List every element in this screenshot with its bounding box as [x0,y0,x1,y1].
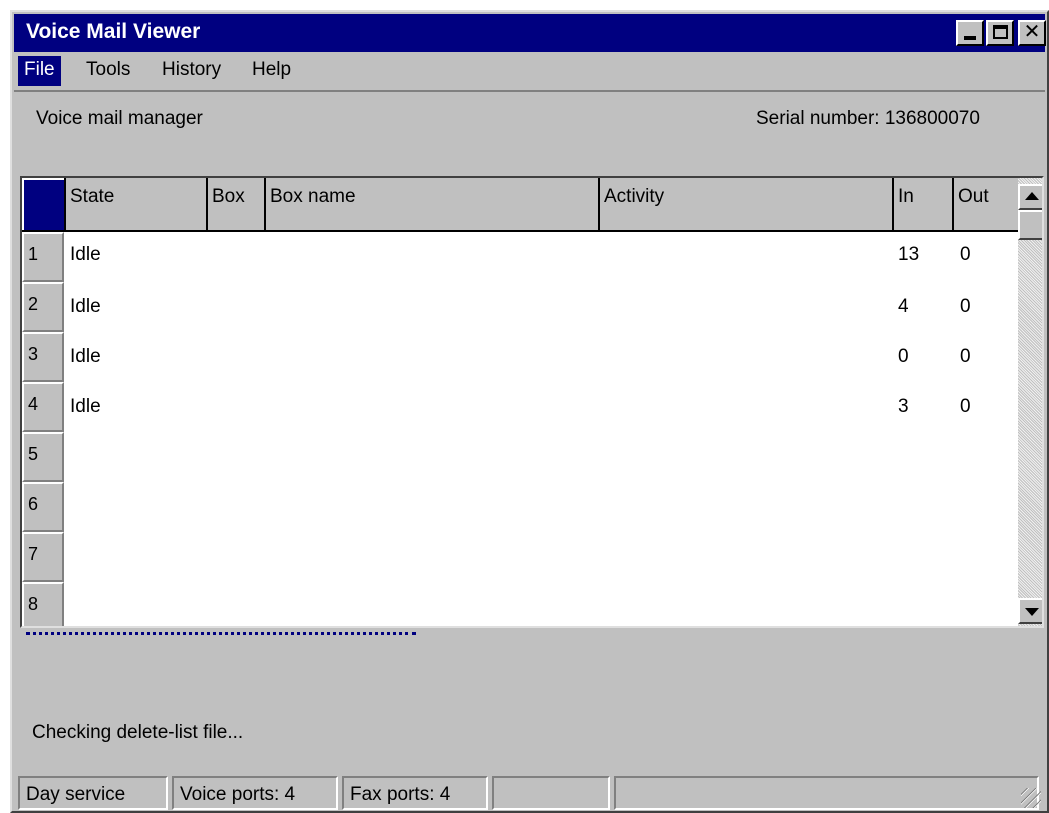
app-window: Voice Mail Viewer ✕ File Tools History H… [10,10,1049,813]
cell-in[interactable]: 4 [898,296,909,318]
status-panel-4 [492,776,610,810]
column-header-state[interactable]: State [64,178,206,230]
cell-state[interactable]: Idle [70,296,101,318]
scroll-down-button[interactable] [1018,598,1042,624]
title-bar[interactable]: Voice Mail Viewer ✕ [14,14,1046,52]
row-header[interactable]: 3 [22,332,64,382]
row-header[interactable]: 8 [22,582,64,626]
row-header[interactable]: 4 [22,382,64,432]
cell-in[interactable]: 13 [898,244,919,266]
row-header[interactable]: 6 [22,482,64,532]
column-header-in[interactable]: In [892,178,952,230]
column-header-box[interactable]: Box [206,178,264,230]
status-voice-ports: Voice ports: 4 [172,776,338,810]
close-icon: ✕ [1023,21,1041,43]
vertical-scrollbar[interactable] [1018,178,1042,626]
grid-corner[interactable] [24,180,64,230]
row-header[interactable]: 7 [22,532,64,582]
manager-label: Voice mail manager [36,108,203,129]
maximize-button[interactable] [986,20,1014,46]
maximize-icon [993,25,1008,39]
row-header[interactable]: 1 [22,232,64,282]
header-divider [22,230,1018,232]
row-header[interactable]: 2 [22,282,64,332]
status-bar: Day service Voice ports: 4 Fax ports: 4 [14,772,1045,811]
column-header-out[interactable]: Out [952,178,1018,230]
menu-bar: File Tools History Help [14,54,1045,88]
cell-out[interactable]: 0 [960,296,971,318]
ports-grid: State Box Box name Activity In Out 1 Idl… [20,176,1044,628]
info-panel: Voice mail manager Serial number: 136800… [14,90,1045,170]
window-title: Voice Mail Viewer [26,20,201,43]
cell-state[interactable]: Idle [70,244,101,266]
serial-number: Serial number: 136800070 [756,108,980,129]
log-message: Checking delete-list file... [32,722,244,743]
row-header[interactable]: 5 [22,432,64,482]
cell-in[interactable]: 3 [898,396,909,418]
column-header-box-name[interactable]: Box name [264,178,598,230]
cell-out[interactable]: 0 [960,396,971,418]
cell-out[interactable]: 0 [960,346,971,368]
menu-history[interactable]: History [156,56,227,86]
scroll-up-button[interactable] [1018,184,1042,210]
menu-tools[interactable]: Tools [80,56,136,86]
menu-file[interactable]: File [18,56,61,86]
menu-help[interactable]: Help [246,56,297,86]
scroll-thumb[interactable] [1018,210,1042,240]
size-grip-icon[interactable] [1021,788,1041,808]
splitter-handle[interactable] [26,632,416,635]
cell-in[interactable]: 0 [898,346,909,368]
status-fax-ports: Fax ports: 4 [342,776,488,810]
cell-out[interactable]: 0 [960,244,971,266]
minimize-icon [964,36,976,40]
minimize-button[interactable] [956,20,984,46]
column-header-activity[interactable]: Activity [598,178,892,230]
status-service: Day service [18,776,168,810]
arrow-up-icon [1025,192,1039,200]
cell-state[interactable]: Idle [70,346,101,368]
status-panel-5 [614,776,1039,810]
close-button[interactable]: ✕ [1018,20,1046,46]
arrow-down-icon [1025,608,1039,616]
cell-state[interactable]: Idle [70,396,101,418]
